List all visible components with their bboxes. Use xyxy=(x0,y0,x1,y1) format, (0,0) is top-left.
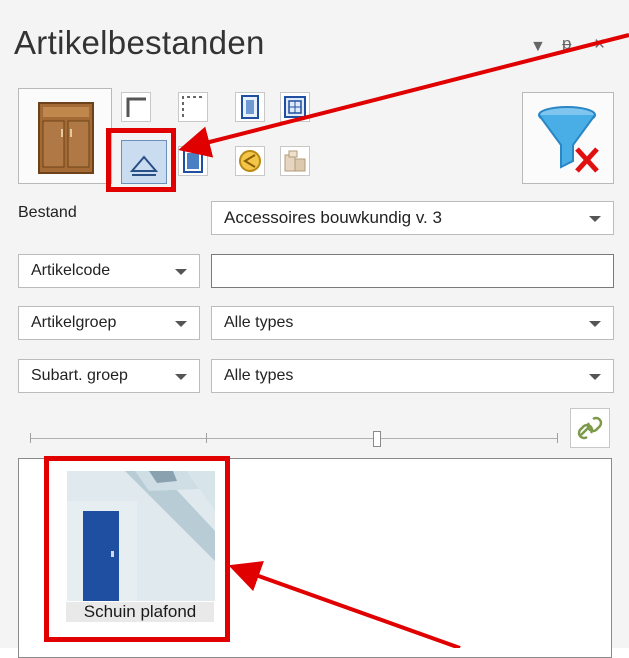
door-frame-button[interactable] xyxy=(178,146,208,176)
close-icon[interactable]: × xyxy=(594,34,605,56)
pin-icon[interactable]: ᵽ xyxy=(562,34,571,54)
subart-value: Alle types xyxy=(224,367,294,384)
artikelgroep-value: Alle types xyxy=(224,314,294,331)
artikelcode-label: Artikelcode xyxy=(31,262,111,279)
chevron-down-icon xyxy=(589,216,601,222)
boxes-icon xyxy=(284,150,306,172)
window-grid-button[interactable] xyxy=(280,92,310,122)
subart-field-select[interactable]: Subart. groep xyxy=(18,359,200,393)
slider-track xyxy=(30,438,558,439)
bestand-value: Accessoires bouwkundig v. 3 xyxy=(224,208,442,227)
circle-arrow-icon xyxy=(239,150,261,172)
slider-tick xyxy=(30,433,31,443)
slider-thumb[interactable] xyxy=(373,431,381,447)
door-frame-icon xyxy=(183,149,203,173)
bestand-select[interactable]: Accessoires bouwkundig v. 3 xyxy=(211,201,614,235)
cabinet-icon xyxy=(38,102,94,174)
door-button[interactable] xyxy=(235,92,265,122)
chevron-down-icon xyxy=(175,374,187,380)
chain-link-icon xyxy=(577,416,603,440)
dotted-corner-icon xyxy=(182,96,203,117)
door-icon xyxy=(241,95,259,119)
chevron-down-icon xyxy=(175,321,187,327)
corner-wall-icon xyxy=(126,97,146,117)
subart-label: Subart. groep xyxy=(31,367,128,384)
window-grid-icon xyxy=(284,96,306,118)
dotted-corner-button[interactable] xyxy=(178,92,208,122)
artikelgroep-select[interactable]: Alle types xyxy=(211,306,614,340)
boxes-button[interactable] xyxy=(280,146,310,176)
cabinet-button[interactable] xyxy=(18,88,112,184)
highlight-box-item xyxy=(44,456,230,642)
slider-tick xyxy=(206,433,207,443)
artikelcode-input[interactable] xyxy=(211,254,614,288)
chevron-down-icon xyxy=(589,374,601,380)
artikelgroep-label: Artikelgroep xyxy=(31,314,117,331)
bestand-label: Bestand xyxy=(18,204,77,221)
circle-arrow-button[interactable] xyxy=(235,146,265,176)
artikelgroep-field-select[interactable]: Artikelgroep xyxy=(18,306,200,340)
chevron-down-icon[interactable]: ▼ xyxy=(530,38,546,56)
chevron-down-icon xyxy=(175,269,187,275)
link-button[interactable] xyxy=(570,408,610,448)
filter-clear-icon xyxy=(538,106,599,173)
panel-title: Artikelbestanden xyxy=(14,24,265,61)
zoom-slider[interactable] xyxy=(30,428,558,448)
artikelcode-select[interactable]: Artikelcode xyxy=(18,254,200,288)
subart-select[interactable]: Alle types xyxy=(211,359,614,393)
highlight-box-toolbar xyxy=(106,128,176,192)
corner-wall-button[interactable] xyxy=(121,92,151,122)
chevron-down-icon xyxy=(589,321,601,327)
clear-filter-button[interactable] xyxy=(522,92,614,184)
article-files-panel: Artikelbestanden ▼ ᵽ × Bestand Accessoir… xyxy=(0,0,629,658)
slider-tick xyxy=(557,433,558,443)
